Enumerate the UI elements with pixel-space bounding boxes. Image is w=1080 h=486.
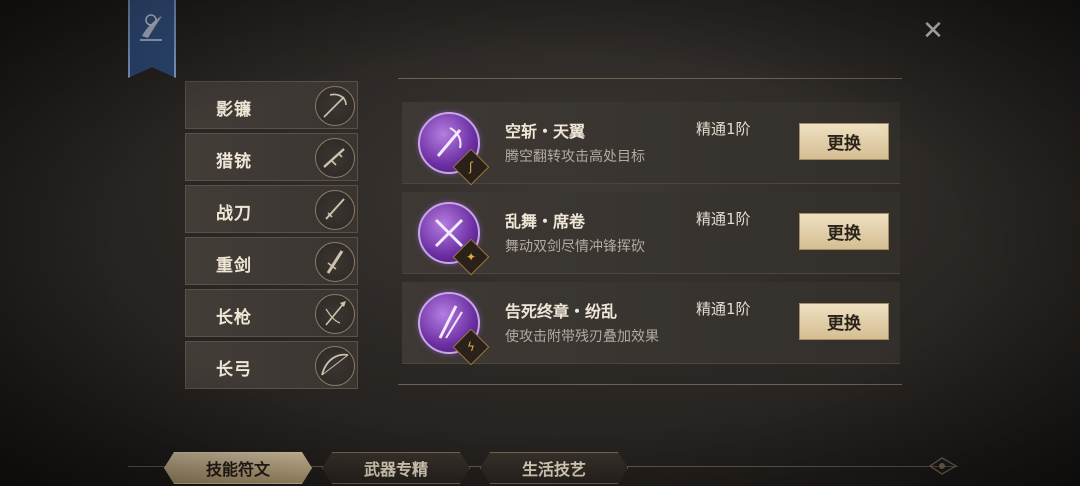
weapon-item-spear[interactable]: 长枪: [185, 289, 358, 337]
weapon-item-greatsword[interactable]: 重剑: [185, 237, 358, 285]
skill-row: ✦ 乱舞・席卷 舞动双剑尽情冲锋挥砍 精通1阶 更换: [402, 192, 900, 276]
skill-mastery-level: 精通1阶: [696, 210, 751, 228]
skill-description: 舞动双剑尽情冲锋挥砍: [505, 239, 645, 255]
longbow-icon: [315, 346, 355, 386]
skill-description: 使攻击附带残刃叠加效果: [505, 329, 659, 345]
rune-badge: ϟ: [452, 328, 490, 366]
replace-button[interactable]: 更换: [799, 303, 889, 340]
weapon-item-hunting-gun[interactable]: 猎铳: [185, 133, 358, 181]
replace-button[interactable]: 更换: [799, 213, 889, 250]
rune-icon: ✦: [465, 250, 477, 264]
weapon-label: 影镰: [216, 100, 252, 120]
skill-name: 空斩・天翼: [505, 122, 586, 141]
skill-mastery-level: 精通1阶: [696, 300, 751, 318]
skill-name: 告死终章・纷乱: [505, 302, 618, 321]
skill-row: ʃ 空斩・天翼 腾空翻转攻击高处目标 精通1阶 更换: [402, 102, 900, 186]
panel-top-divider: [398, 78, 902, 79]
ornament-icon: [928, 457, 958, 475]
weapon-list: 影镰 猎铳 战刀 重剑 长枪 长弓: [185, 81, 358, 393]
greatsword-icon: [315, 242, 355, 282]
skill-name: 乱舞・席卷: [505, 212, 586, 231]
tab-skill-runes[interactable]: 技能符文: [164, 452, 312, 484]
weapon-label: 长枪: [216, 308, 252, 328]
skill-row: ϟ 告死终章・纷乱 使攻击附带残刃叠加效果 精通1阶 更换: [402, 282, 900, 366]
panel-bottom-divider: [398, 384, 902, 385]
replace-button[interactable]: 更换: [799, 123, 889, 160]
close-icon: ✕: [922, 16, 944, 46]
weapon-label: 长弓: [216, 360, 252, 380]
tab-weapon-mastery[interactable]: 武器专精: [322, 452, 470, 484]
skill-mastery-level: 精通1阶: [696, 120, 751, 138]
skill-description: 腾空翻转攻击高处目标: [505, 149, 645, 165]
rune-badge: ʃ: [452, 148, 490, 186]
scythe-icon: [315, 86, 355, 126]
banner-emblem-icon: [140, 14, 162, 41]
rune-badge: ✦: [452, 238, 490, 276]
close-button[interactable]: ✕: [918, 16, 948, 46]
weapon-item-scythe[interactable]: 影镰: [185, 81, 358, 129]
weapon-label: 猎铳: [216, 152, 252, 172]
rune-icon: ʃ: [468, 160, 474, 174]
weapon-item-longbow[interactable]: 长弓: [185, 341, 358, 389]
spear-icon: [315, 294, 355, 334]
hunting-gun-icon: [315, 138, 355, 178]
weapon-label: 战刀: [216, 204, 252, 224]
rune-icon: ϟ: [467, 340, 475, 354]
tab-life-skills[interactable]: 生活技艺: [480, 452, 628, 484]
weapon-label: 重剑: [216, 256, 252, 276]
war-blade-icon: [315, 190, 355, 230]
weapon-item-war-blade[interactable]: 战刀: [185, 185, 358, 233]
